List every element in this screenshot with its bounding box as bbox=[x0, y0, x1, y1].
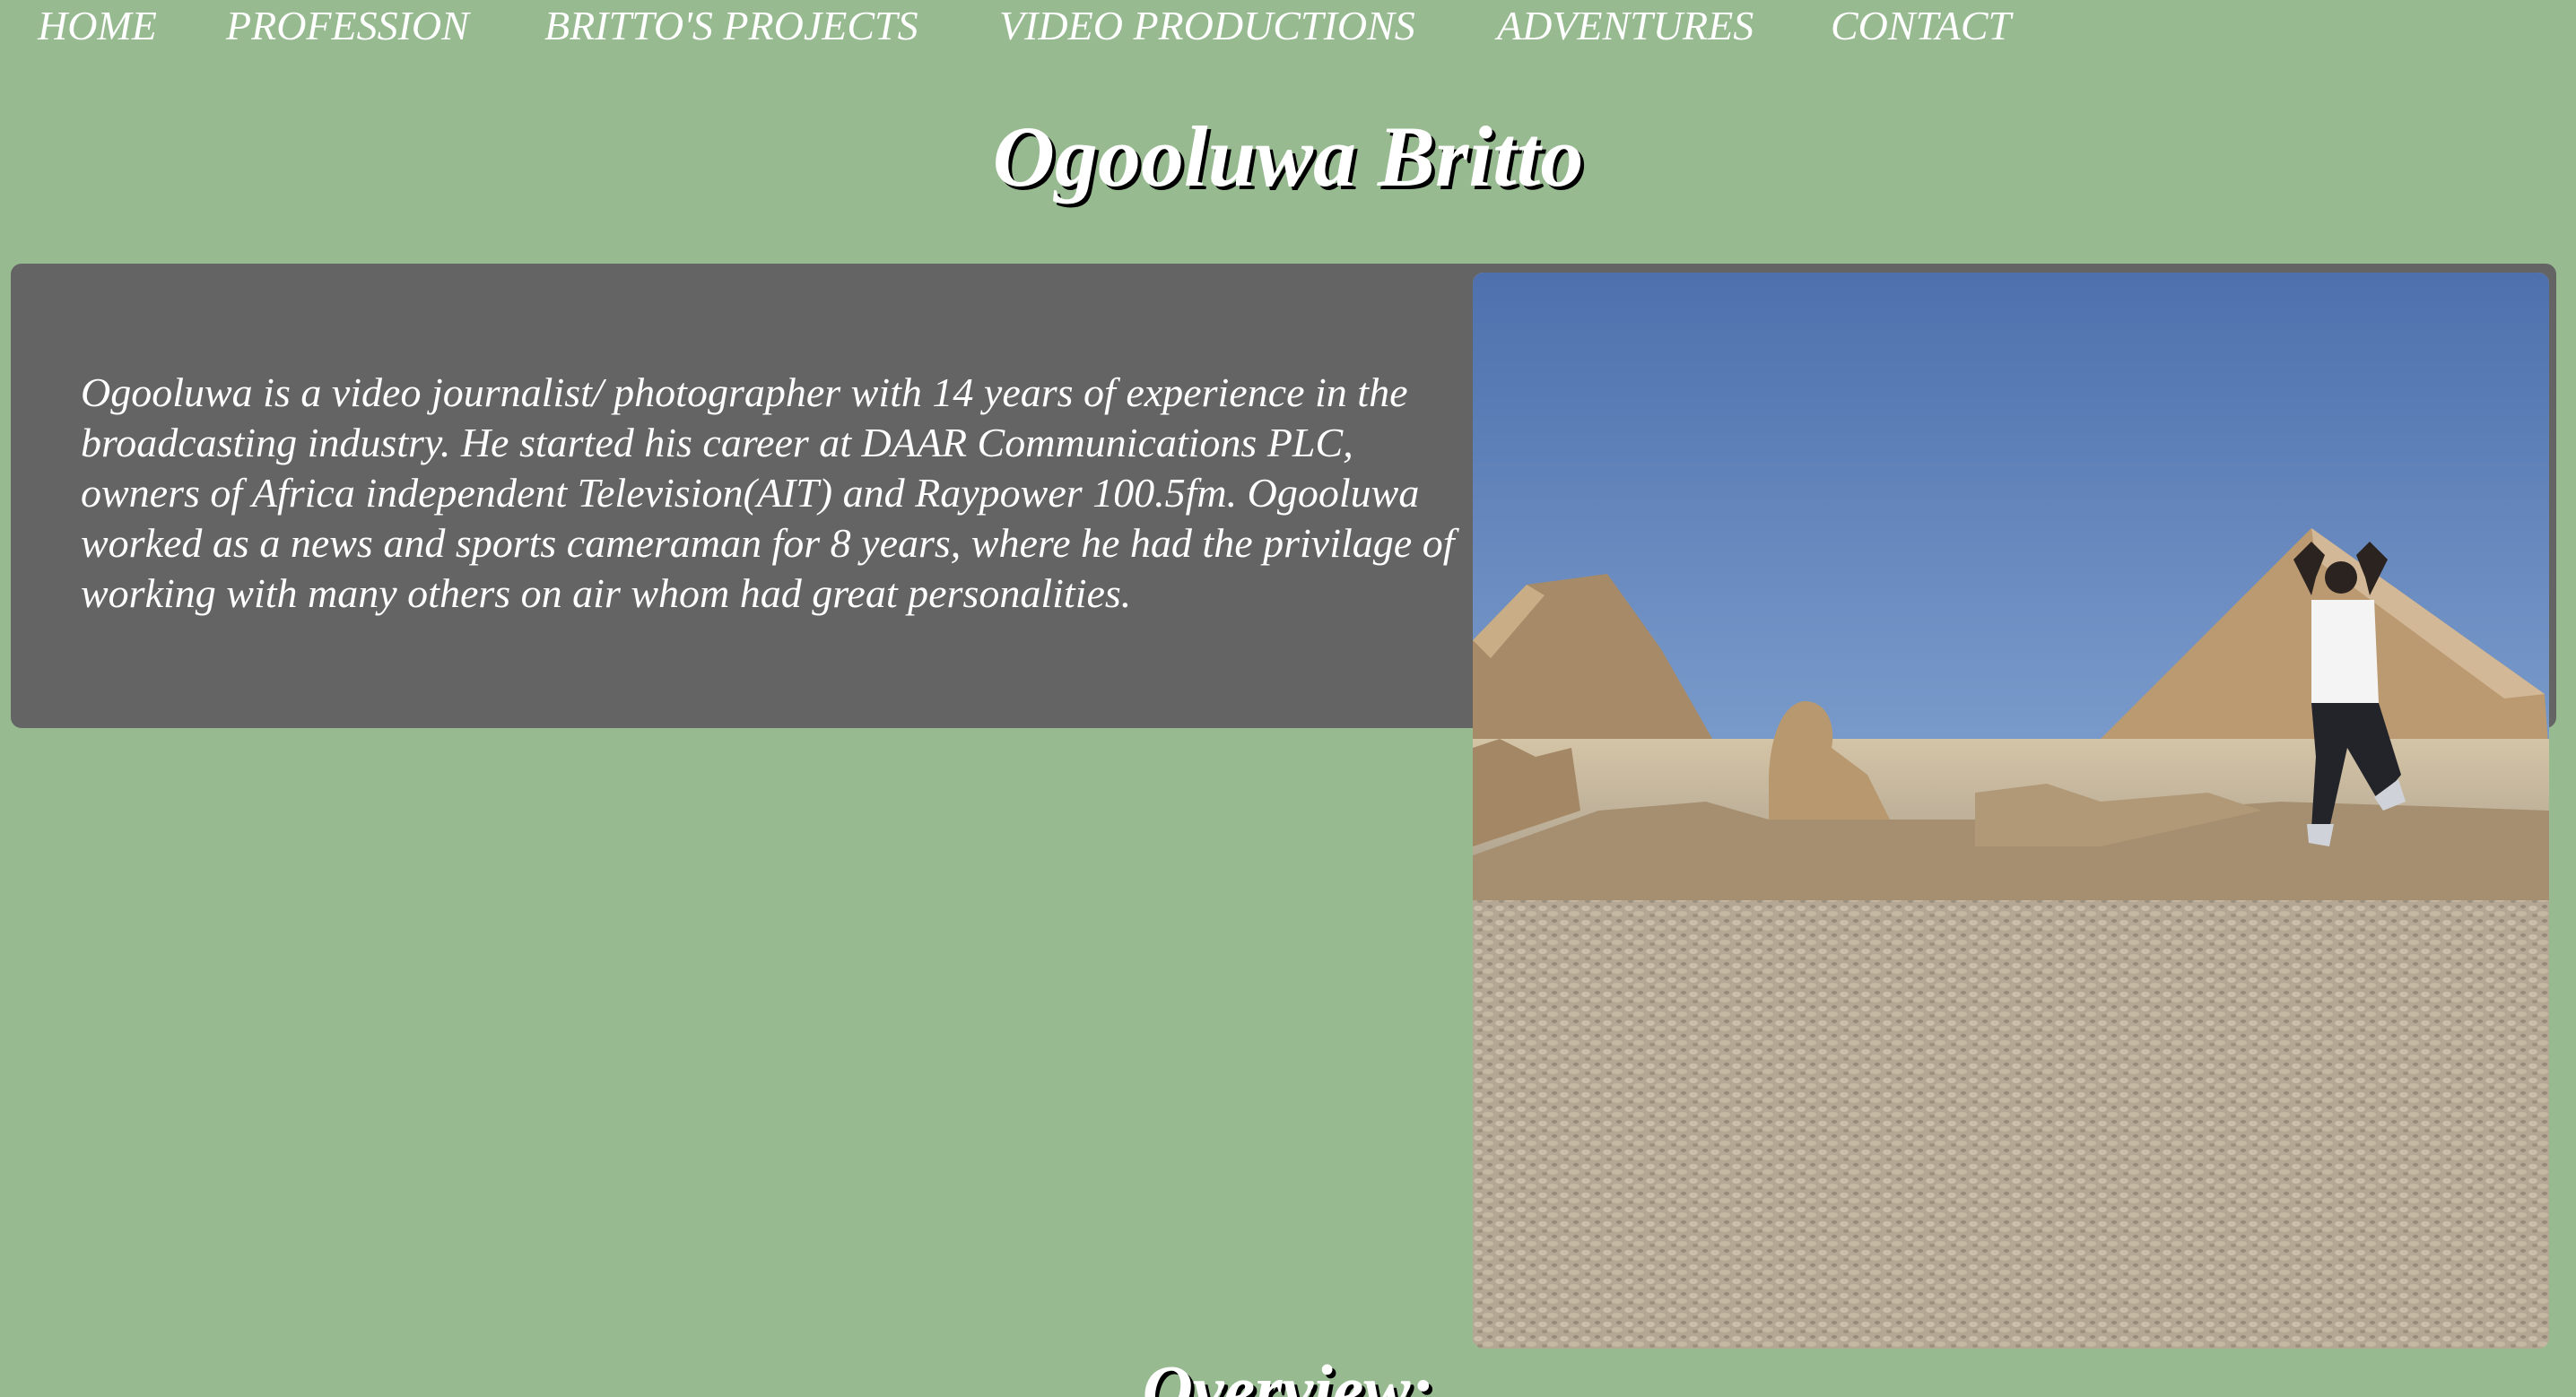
nav-video-productions-link[interactable]: VIDEO PRODUCTIONS bbox=[999, 0, 1415, 52]
nav-projects-link[interactable]: BRITTO'S PROJECTS bbox=[544, 0, 918, 52]
nav-adventures-link[interactable]: ADVENTURES bbox=[1497, 0, 1754, 52]
nav-contact-link[interactable]: CONTACT bbox=[1831, 0, 2011, 52]
top-nav: HOME PROFESSION BRITTO'S PROJECTS VIDEO … bbox=[0, 0, 2576, 54]
nav-profession-link[interactable]: PROFESSION bbox=[226, 0, 469, 52]
photo-illustration bbox=[1473, 273, 2549, 1349]
nav-home-link[interactable]: HOME bbox=[38, 0, 157, 52]
overview-heading: Overview: bbox=[1142, 1350, 1434, 1397]
intro-text: Ogooluwa is a video journalist/ photogra… bbox=[81, 369, 1455, 616]
pyramids-photo bbox=[1473, 273, 2549, 1349]
page-title: Ogooluwa Britto bbox=[992, 108, 1584, 204]
